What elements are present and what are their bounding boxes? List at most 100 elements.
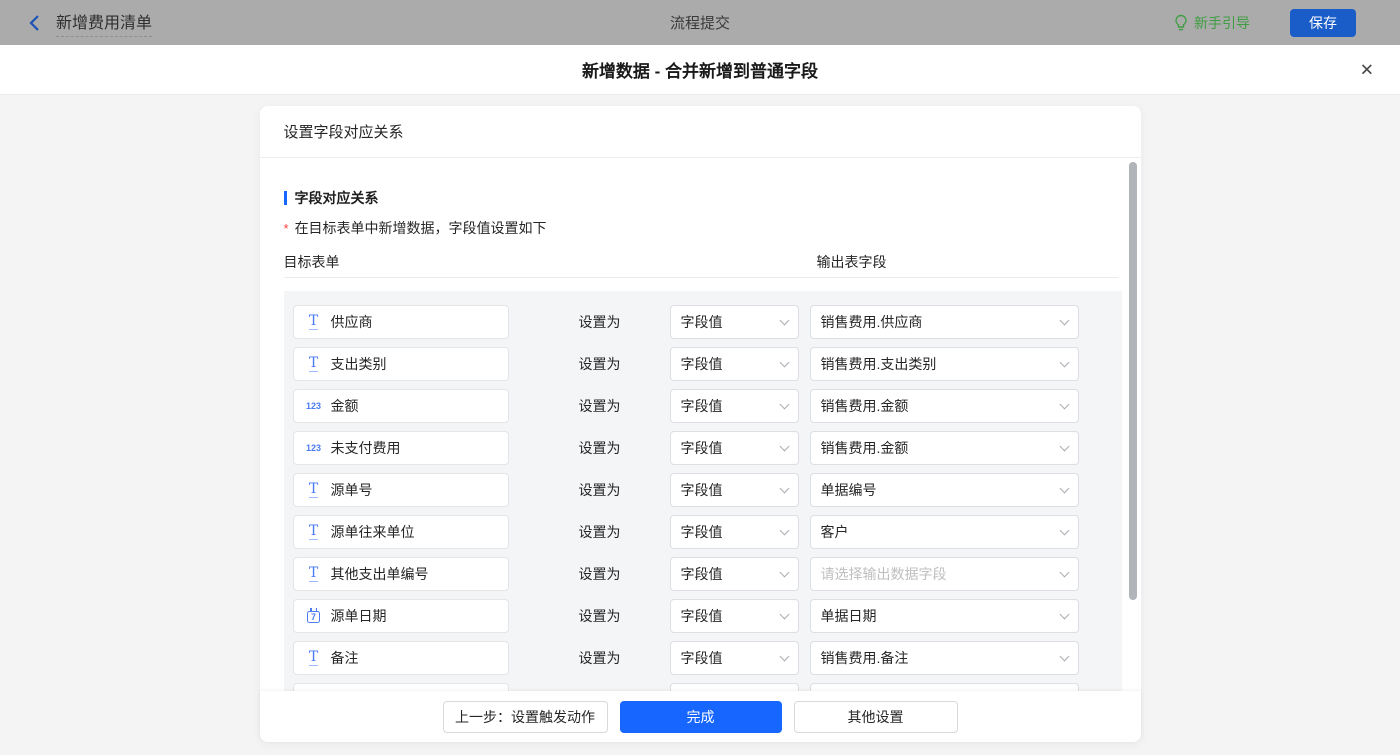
value-method-select[interactable]: 字段值 [669,515,799,549]
value-method-value: 字段值 [680,440,723,456]
vertical-scrollbar-thumb[interactable] [1128,162,1137,600]
panel-header: 设置字段对应关系 [259,106,1141,158]
value-method-select[interactable]: 字段值 [669,305,799,339]
value-method-select[interactable]: 字段值 [669,641,799,675]
output-field-select[interactable]: 销售费用.供应商 [809,305,1079,339]
required-mark: * [283,220,289,236]
set-as-label: 设置为 [578,398,621,414]
close-icon[interactable]: ✕ [1360,61,1374,78]
text-field-icon: T [308,313,319,330]
set-as-label: 设置为 [578,314,621,330]
set-as-label: 设置为 [578,566,621,582]
chevron-down-icon [779,483,789,494]
topbar-actions: 新手引导 保存 [1174,8,1356,37]
value-method-value: 字段值 [680,398,723,414]
field-mapping-row: 7 源单日期 设置为 字段值 单据日期 [292,599,1113,633]
columns-header: 目标表单 输出表字段 [283,252,1119,270]
set-as-label: 设置为 [578,650,621,666]
field-mapping-row: T 备注 设置为 字段值 销售费用.备注 [292,641,1113,675]
chevron-down-icon [1059,483,1069,494]
rows-list: T 供应商 设置为 字段值 销售费用.供应商 T 支出类别 设置为 字段值 销售… [283,291,1122,739]
text-field-icon: T [308,481,319,498]
value-method-select[interactable]: 字段值 [669,389,799,423]
field-mapping-row: 123 未支付费用 设置为 字段值 销售费用.金额 [292,431,1113,465]
chevron-left-icon [29,14,39,31]
other-settings-button[interactable]: 其他设置 [793,700,958,733]
field-mapping-row: T 源单往来单位 设置为 字段值 客户 [292,515,1113,549]
output-field-select[interactable]: 销售费用.金额 [809,431,1079,465]
modal-header: 新增数据 - 合并新增到普通字段 ✕ [0,45,1400,95]
done-button[interactable]: 完成 [619,700,782,733]
beginner-guide-button[interactable]: 新手引导 [1174,13,1250,33]
field-mapping-row: T 供应商 设置为 字段值 销售费用.供应商 [292,305,1113,339]
panel-header-title: 设置字段对应关系 [283,124,404,141]
value-method-select[interactable]: 字段值 [669,599,799,633]
target-field-box[interactable]: 123 金额 [292,389,509,423]
output-field-select[interactable]: 销售费用.金额 [809,389,1079,423]
value-method-select[interactable]: 字段值 [669,347,799,381]
target-field-box[interactable]: T 源单号 [292,473,509,507]
section-accent-bar [283,191,287,205]
output-field-select[interactable]: 单据日期 [809,599,1079,633]
output-field-value: 销售费用.金额 [820,398,909,414]
chevron-down-icon [779,525,789,536]
value-method-value: 字段值 [680,608,723,624]
number-field-icon: 123 [305,443,322,453]
set-as-label: 设置为 [578,356,621,372]
output-field-value: 单据编号 [820,482,877,498]
target-field-box[interactable]: T 源单往来单位 [292,515,509,549]
column-target-form-label: 目标表单 [283,254,340,270]
previous-step-button[interactable]: 上一步：设置触发动作 [442,700,608,733]
text-field-icon: T [308,523,319,540]
output-field-select[interactable]: 客户 [809,515,1079,549]
output-field-select[interactable]: 单据编号 [809,473,1079,507]
target-field-box[interactable]: 123 未支付费用 [292,431,509,465]
back-button[interactable] [28,14,40,32]
output-field-value: 销售费用.支出类别 [820,356,937,372]
chevron-down-icon [779,357,789,368]
value-method-value: 字段值 [680,482,723,498]
value-method-value: 字段值 [680,566,723,582]
section-head: 字段对应关系 [283,188,1119,208]
target-field-label: 源单往来单位 [330,524,415,540]
modal-body: 设置字段对应关系 字段对应关系 * 在目标表单中新增数据，字段值设置如下 目标表… [0,95,1400,755]
field-mapping-row: 123 金额 设置为 字段值 销售费用.金额 [292,389,1113,423]
value-method-select[interactable]: 字段值 [669,557,799,591]
field-mapping-row: T 其他支出单编号 设置为 字段值 请选择输出数据字段 [292,557,1113,591]
target-field-box[interactable]: 7 源单日期 [292,599,509,633]
value-method-value: 字段值 [680,314,723,330]
chevron-down-icon [1059,651,1069,662]
text-field-icon: T [308,649,319,666]
chevron-down-icon [779,315,789,326]
target-field-label: 备注 [330,650,359,666]
chevron-down-icon [779,567,789,578]
panel-footer: 上一步：设置触发动作 完成 其他设置 [259,691,1141,742]
value-method-select[interactable]: 字段值 [669,473,799,507]
lightbulb-icon [1175,14,1187,30]
save-button[interactable]: 保存 [1290,8,1356,37]
target-field-box[interactable]: T 支出类别 [292,347,509,381]
output-field-value: 销售费用.供应商 [820,314,923,330]
target-field-label: 金额 [330,398,359,414]
chevron-down-icon [1059,567,1069,578]
output-field-select[interactable]: 请选择输出数据字段 [809,557,1079,591]
set-as-label: 设置为 [578,482,621,498]
output-field-value: 销售费用.备注 [820,650,909,666]
text-field-icon: T [308,565,319,582]
value-method-value: 字段值 [680,356,723,372]
columns-divider [283,277,1119,278]
target-field-label: 支出类别 [330,356,387,372]
target-field-label: 其他支出单编号 [330,566,429,582]
set-as-label: 设置为 [578,608,621,624]
target-field-box[interactable]: T 备注 [292,641,509,675]
value-method-select[interactable]: 字段值 [669,431,799,465]
target-field-box[interactable]: T 供应商 [292,305,509,339]
chevron-down-icon [779,609,789,620]
target-field-box[interactable]: T 其他支出单编号 [292,557,509,591]
output-field-select[interactable]: 销售费用.支出类别 [809,347,1079,381]
target-field-label: 供应商 [330,314,373,330]
note-line: * 在目标表单中新增数据，字段值设置如下 [284,218,1119,238]
field-mapping-panel: 设置字段对应关系 字段对应关系 * 在目标表单中新增数据，字段值设置如下 目标表… [259,106,1141,742]
date-field-icon: 7 [307,608,320,623]
output-field-select[interactable]: 销售费用.备注 [809,641,1079,675]
